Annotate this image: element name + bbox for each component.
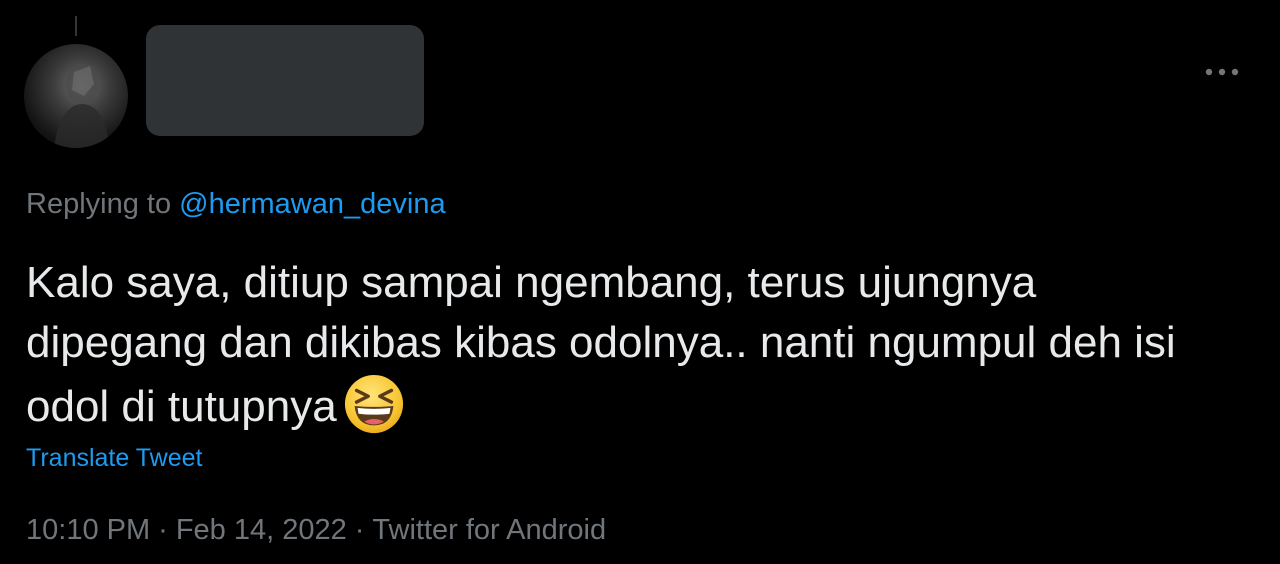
tweet-body: Kalo saya, ditiup sampai ngembang, terus… <box>26 258 1176 431</box>
more-options-button[interactable] <box>1196 52 1248 92</box>
tweet-time[interactable]: 10:10 PM <box>26 514 150 546</box>
meta-separator: · <box>354 514 365 546</box>
thread-connector-line <box>75 16 77 36</box>
more-horizontal-icon <box>1205 68 1239 76</box>
tweet-source[interactable]: Twitter for Android <box>372 514 606 546</box>
meta-separator: · <box>158 514 168 546</box>
grinning-squinting-face-icon <box>344 374 403 434</box>
redacted-author-name <box>146 25 424 136</box>
tweet-text: Kalo saya, ditiup sampai ngembang, terus… <box>26 253 1226 437</box>
reply-handle-link[interactable]: @hermawan_devina <box>179 188 445 220</box>
translate-tweet-link[interactable]: Translate Tweet <box>26 440 202 476</box>
avatar[interactable] <box>24 44 128 148</box>
replying-to-label: Replying to <box>26 188 172 220</box>
tweet-metadata: 10:10 PM · Feb 14, 2022 · Twitter for Androi… <box>26 511 606 549</box>
avatar-photo <box>54 64 110 148</box>
replying-to-line: Replying to @hermawan_devina <box>26 186 446 222</box>
tweet-date[interactable]: Feb 14, 2022 <box>176 514 347 546</box>
